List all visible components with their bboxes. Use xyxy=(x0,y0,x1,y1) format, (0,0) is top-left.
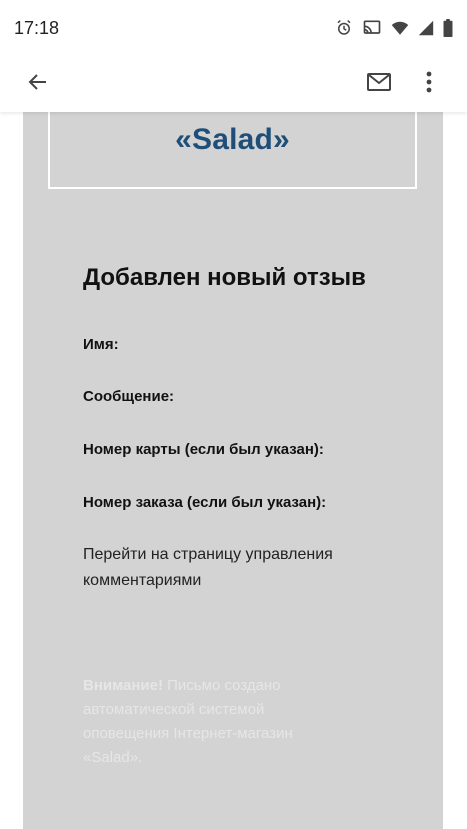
more-options-button[interactable] xyxy=(407,62,451,106)
field-card-number-label: Номер карты (если был указан): xyxy=(83,441,324,458)
alarm-icon xyxy=(335,19,353,37)
field-message-label: Сообщение: xyxy=(83,388,175,405)
mark-unread-button[interactable] xyxy=(357,62,401,106)
manage-comments-link[interactable]: Перейти на страницу управления комментар… xyxy=(83,542,383,594)
status-bar: 17:18 xyxy=(0,0,467,56)
status-time: 17:18 xyxy=(14,17,60,38)
email-card: «Salad» Добавлен новый отзыв Имя: Сообще… xyxy=(23,112,443,829)
cellular-signal-icon xyxy=(418,20,434,36)
field-name-label: Имя: xyxy=(83,336,119,353)
logo-text: «Salad» xyxy=(175,123,290,156)
email-heading: Добавлен новый отзыв xyxy=(83,264,366,291)
cast-icon xyxy=(362,19,382,37)
status-icons xyxy=(335,19,453,37)
back-button[interactable] xyxy=(16,62,60,106)
logo-box: «Salad» xyxy=(48,112,417,189)
app-bar xyxy=(0,56,467,112)
email-body[interactable]: «Salad» Добавлен новый отзыв Имя: Сообще… xyxy=(0,112,467,829)
field-order-number-label: Номер заказа (если был указан): xyxy=(83,494,327,511)
notice-bold: Внимание! xyxy=(83,677,163,694)
more-vert-icon xyxy=(426,71,432,98)
back-arrow-icon xyxy=(26,70,50,99)
battery-icon xyxy=(443,19,453,37)
wifi-icon xyxy=(391,20,409,36)
notice-text: Внимание! Письмо создано автоматической … xyxy=(83,674,353,770)
mail-icon xyxy=(366,71,392,98)
